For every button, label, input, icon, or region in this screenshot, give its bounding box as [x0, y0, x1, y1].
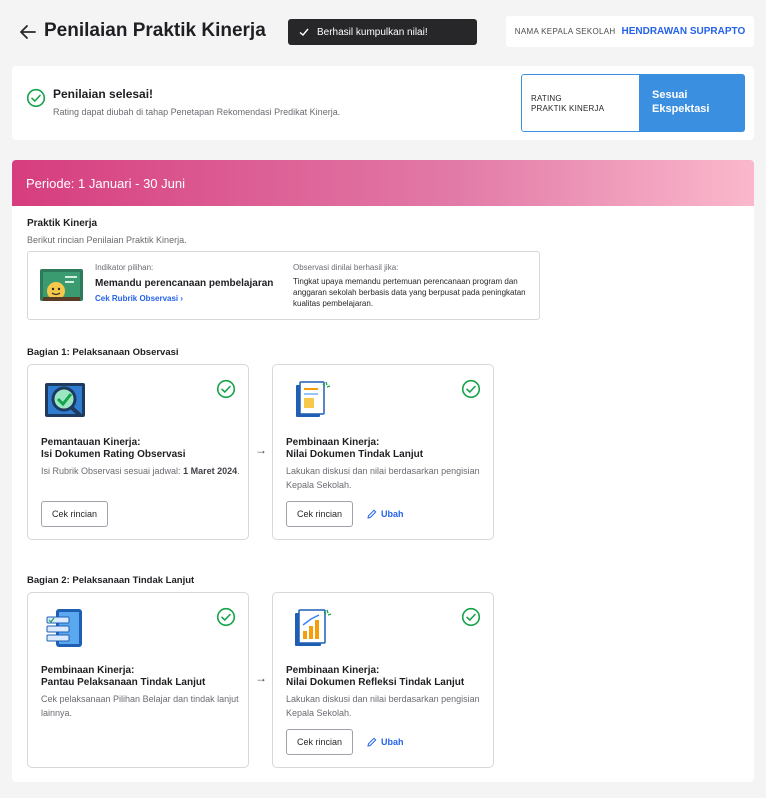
period-banner: Periode: 1 Januari - 30 Juni [12, 160, 754, 206]
toast-message: Berhasil kumpulkan nilai! [317, 26, 428, 38]
completion-title: Penilaian selesai! [53, 87, 154, 101]
card-title: Pembinaan Kinerja: Pantau Pelaksanaan Ti… [41, 665, 241, 689]
rating-label-line2: PRAKTIK KINERJA [531, 104, 605, 113]
period-label: Periode: 1 Januari - 30 Juni [26, 176, 185, 191]
indicator-box: Indikator pilihan: Memandu perencanaan p… [27, 251, 540, 320]
card-description-end: . [237, 466, 240, 476]
check-icon [299, 28, 309, 36]
card-title-line1: Pembinaan Kinerja: [41, 665, 135, 676]
card-title-line1: Pembinaan Kinerja: [286, 437, 380, 448]
card-dokumen-tindak-lanjut: Pembinaan Kinerja: Nilai Dokumen Tindak … [272, 364, 494, 540]
document-magnifier-icon [45, 383, 85, 417]
teacher-board-illustration-icon [40, 269, 83, 301]
check-circle-icon [461, 607, 481, 627]
check-circle-icon [216, 607, 236, 627]
card-title-line1: Pembinaan Kinerja: [286, 665, 380, 676]
ubah-label[interactable]: Ubah [381, 509, 404, 519]
principal-label: NAMA KEPALA SEKOLAH [514, 27, 616, 36]
pencil-icon [367, 737, 377, 747]
card-title: Pemantauan Kinerja: Isi Dokumen Rating O… [41, 437, 241, 461]
indicator-label: Indikator pilihan: [95, 263, 154, 272]
card-description-text: Isi Rubrik Observasi sesuai jadwal: [41, 466, 184, 476]
rating-label: RATING PRAKTIK KINERJA [521, 74, 639, 132]
card-description: Lakukan diskusi dan nilai berdasarkan pe… [286, 694, 480, 718]
rating-label-line1: RATING [531, 94, 562, 103]
success-toast: Berhasil kumpulkan nilai! [288, 19, 477, 45]
pencil-icon [367, 509, 377, 519]
principal-info: NAMA KEPALA SEKOLAH HENDRAWAN SUPRAPTO [506, 16, 754, 47]
document-list-icon [296, 381, 331, 417]
completion-subtitle: Rating dapat diubah di tahap Penetapan R… [53, 107, 341, 117]
cek-rincian-button[interactable]: Cek rincian [286, 501, 354, 527]
observation-label: Observasi dinilai berhasil jika: [293, 263, 399, 272]
rating-box: RATING PRAKTIK KINERJA Sesuai Ekspektasi [521, 74, 745, 132]
card-title-line2: Nilai Dokumen Tindak Lanjut [286, 449, 424, 460]
card-description: Lakukan diskusi dan nilai berdasarkan pe… [286, 466, 480, 490]
observation-text: Tingkat upaya memandu pertemuan perencan… [293, 277, 526, 308]
tablet-checklist-icon [46, 609, 82, 647]
back-arrow-icon[interactable] [18, 22, 38, 42]
rating-value-line1: Sesuai [652, 89, 688, 101]
document-chart-icon [295, 609, 332, 646]
completion-card: Penilaian selesai! Rating dapat diubah d… [12, 66, 754, 140]
cek-rincian-button[interactable]: Cek rincian [41, 501, 109, 527]
card-title: Pembinaan Kinerja: Nilai Dokumen Refleks… [286, 665, 486, 689]
praktik-title: Praktik Kinerja [27, 218, 98, 229]
indicator-value: Memandu perencanaan pembelajaran [95, 278, 274, 289]
praktik-subtitle: Berikut rincian Penilaian Praktik Kinerj… [27, 235, 187, 245]
rating-value-line2: Ekspektasi [652, 103, 710, 115]
cek-rincian-button[interactable]: Cek rincian [286, 729, 354, 755]
card-title-line2: Nilai Dokumen Refleksi Tindak Lanjut [286, 677, 465, 688]
ubah-link[interactable]: Ubah [367, 737, 404, 747]
rating-value: Sesuai Ekspektasi [639, 74, 745, 132]
card-rating-observasi: Pemantauan Kinerja: Isi Dokumen Rating O… [27, 364, 249, 540]
card-refleksi-tindak-lanjut: Pembinaan Kinerja: Nilai Dokumen Refleks… [272, 592, 494, 768]
card-pantau-tindak-lanjut: Pembinaan Kinerja: Pantau Pelaksanaan Ti… [27, 592, 249, 768]
arrow-right-icon: → [255, 443, 267, 457]
arrow-right-icon: → [255, 671, 267, 685]
main-panel: Periode: 1 Januari - 30 Juni Praktik Kin… [12, 160, 754, 782]
ubah-label[interactable]: Ubah [381, 737, 404, 747]
rubric-link[interactable]: Cek Rubrik Observasi › [95, 294, 183, 303]
card-description: Cek pelaksanaan Pilihan Belajar dan tind… [41, 694, 239, 718]
section2-title: Bagian 2: Pelaksanaan Tindak Lanjut [27, 575, 195, 586]
card-title: Pembinaan Kinerja: Nilai Dokumen Tindak … [286, 437, 486, 461]
card-description-date: 1 Maret 2024 [183, 466, 238, 476]
rubric-link-label[interactable]: Cek Rubrik Observasi [95, 294, 178, 303]
card-description: Isi Rubrik Observasi sesuai jadwal: 1 Ma… [41, 464, 241, 478]
principal-name: HENDRAWAN SUPRAPTO [621, 26, 746, 37]
section1-title: Bagian 1: Pelaksanaan Observasi [27, 347, 179, 358]
card-title-line2: Isi Dokumen Rating Observasi [41, 449, 186, 460]
check-circle-icon [461, 379, 481, 399]
card-title-line1: Pemantauan Kinerja: [41, 437, 141, 448]
check-circle-icon [26, 88, 46, 108]
check-circle-icon [216, 379, 236, 399]
ubah-link[interactable]: Ubah [367, 509, 404, 519]
card-title-line2: Pantau Pelaksanaan Tindak Lanjut [41, 677, 206, 688]
chevron-right-icon: › [180, 294, 184, 303]
page-title: Penilaian Praktik Kinerja [44, 20, 266, 41]
